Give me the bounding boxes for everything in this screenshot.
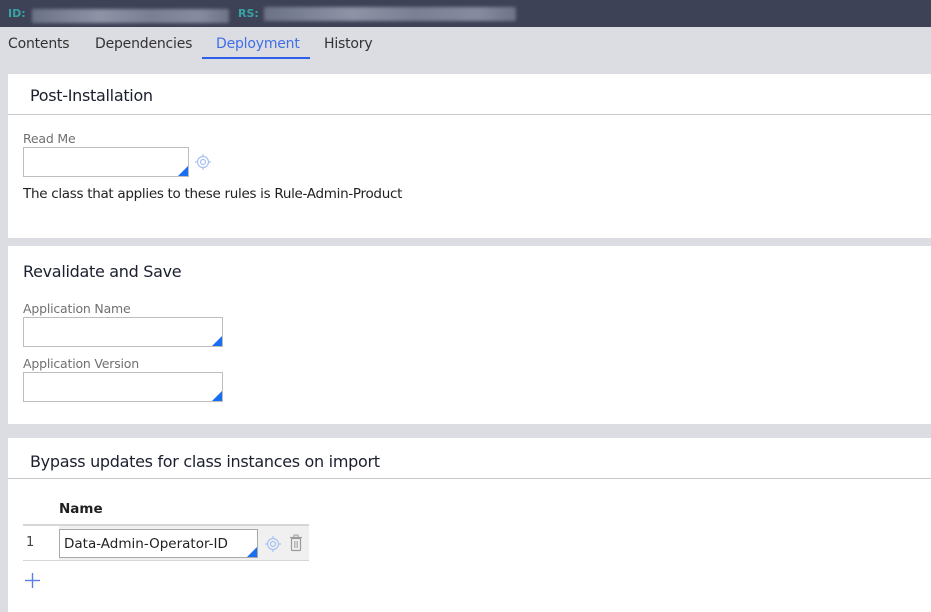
plus-icon[interactable] bbox=[24, 572, 41, 589]
tab-history[interactable]: History bbox=[324, 36, 373, 52]
application-version-input[interactable] bbox=[24, 373, 222, 401]
application-name-field[interactable] bbox=[23, 317, 223, 347]
class-name-input[interactable] bbox=[60, 530, 257, 557]
application-version-field[interactable] bbox=[23, 372, 223, 402]
tab-contents[interactable]: Contents bbox=[8, 36, 70, 52]
target-icon[interactable] bbox=[264, 535, 282, 553]
section-title: Revalidate and Save bbox=[23, 262, 182, 281]
bypass-updates-section: Bypass updates for class instances on im… bbox=[8, 438, 931, 612]
tab-deployment[interactable]: Deployment bbox=[216, 36, 300, 52]
read-me-input[interactable] bbox=[24, 148, 188, 176]
class-name-field[interactable] bbox=[59, 529, 258, 558]
application-name-input[interactable] bbox=[24, 318, 222, 346]
revalidate-section: Revalidate and Save Application Name App… bbox=[8, 246, 931, 424]
table-row: 1 bbox=[23, 524, 309, 561]
tab-bar: Contents Dependencies Deployment History bbox=[0, 27, 931, 73]
id-label: ID: bbox=[8, 7, 26, 20]
section-title: Bypass updates for class instances on im… bbox=[30, 452, 380, 471]
active-tab-indicator bbox=[202, 57, 310, 59]
section-divider bbox=[8, 478, 931, 479]
id-value-redacted bbox=[32, 9, 229, 23]
autocomplete-corner-icon bbox=[247, 547, 257, 557]
trash-icon[interactable] bbox=[288, 534, 304, 552]
class-note: The class that applies to these rules is… bbox=[23, 186, 403, 202]
autocomplete-corner-icon bbox=[212, 336, 222, 346]
autocomplete-corner-icon bbox=[212, 391, 222, 401]
column-header-name: Name bbox=[59, 501, 103, 517]
read-me-label: Read Me bbox=[23, 131, 76, 146]
autocomplete-corner-icon bbox=[178, 166, 188, 176]
rs-label: RS: bbox=[238, 7, 259, 20]
application-name-label: Application Name bbox=[23, 301, 131, 316]
section-divider bbox=[8, 114, 931, 115]
section-title: Post-Installation bbox=[30, 86, 153, 105]
read-me-field[interactable] bbox=[23, 147, 189, 177]
tab-dependencies[interactable]: Dependencies bbox=[95, 36, 192, 52]
record-header: ID: RS: bbox=[0, 0, 931, 27]
target-icon[interactable] bbox=[194, 153, 212, 171]
rs-value-redacted bbox=[264, 7, 516, 21]
row-index: 1 bbox=[26, 535, 35, 550]
post-installation-section: Post-Installation Read Me The class that… bbox=[8, 74, 931, 238]
application-version-label: Application Version bbox=[23, 356, 139, 371]
